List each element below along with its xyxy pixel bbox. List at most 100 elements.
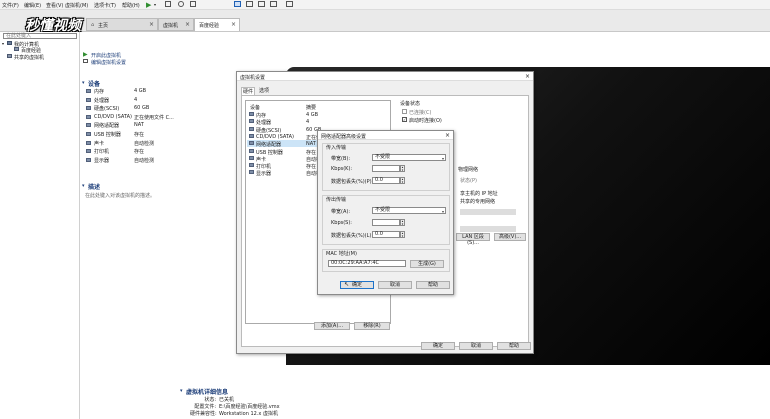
in-kbps-input[interactable] <box>372 165 400 172</box>
device-name[interactable]: 硬盘(SCSI) <box>94 105 119 112</box>
in-bandwidth-select[interactable]: 不受限 ▾ <box>372 154 446 161</box>
connected-label: 已连接(C) <box>409 110 432 116</box>
chevron-down-icon[interactable]: ▾ <box>2 41 4 46</box>
close-icon[interactable]: × <box>525 73 530 80</box>
lan-segment-select[interactable] <box>460 226 516 232</box>
device-icon <box>86 123 91 128</box>
library-vm-item[interactable]: 百度经验 <box>21 47 41 54</box>
outgoing-label: 传出传输 <box>326 197 347 203</box>
remove-button[interactable]: 移除(R) <box>354 322 390 330</box>
unity-icon[interactable] <box>270 1 277 7</box>
close-icon[interactable]: × <box>445 132 450 139</box>
connect-at-power-on-checkbox[interactable]: ✓ <box>402 117 407 122</box>
snapshot-icon[interactable] <box>165 1 171 7</box>
custom-select[interactable] <box>460 209 516 215</box>
device-icon <box>249 126 254 131</box>
help-label: 帮助 <box>508 343 519 349</box>
close-icon[interactable]: × <box>149 21 154 28</box>
description-text[interactable]: 在此处键入对该虚拟机的描述。 <box>85 192 155 199</box>
tab-options[interactable]: 选项 <box>257 87 271 95</box>
device-value: 自动检测 <box>134 157 155 164</box>
nat-label: 享主机的 IP 地址 <box>460 191 498 197</box>
device-name[interactable]: 网络适配器 <box>94 122 119 129</box>
mac-input[interactable]: 00:0C:29:AA:A7:4C <box>328 260 406 267</box>
library-search-input[interactable]: 在此处键入 <box>3 33 77 39</box>
close-icon[interactable]: × <box>185 21 190 28</box>
spinner-icon[interactable]: ▴ ▾ <box>400 177 405 184</box>
add-label: 添加(A)... <box>320 323 344 329</box>
out-bandwidth-select[interactable]: 不受限 ▾ <box>372 207 446 214</box>
thumbnail-icon[interactable] <box>246 1 253 7</box>
play-icon: ▶ <box>83 51 88 58</box>
lan-segment-button[interactable]: LAN 区段(S)... <box>456 233 490 246</box>
settings-device-value: 4 GB <box>306 112 319 118</box>
chevron-down-icon[interactable]: ▾ <box>154 2 156 7</box>
menu-view[interactable]: 查看(V) <box>46 2 63 9</box>
tab-vm[interactable]: 虚拟机 × <box>158 18 194 31</box>
library-view-icon[interactable] <box>234 1 241 7</box>
spinner-icon[interactable]: ▴ ▾ <box>400 165 405 172</box>
device-name[interactable]: 处理器 <box>94 97 109 104</box>
device-icon <box>249 163 254 168</box>
add-button[interactable]: 添加(A)... <box>314 322 350 330</box>
device-icon <box>249 155 254 160</box>
in-loss-input[interactable]: 0.0 <box>372 177 400 184</box>
play-icon[interactable]: ▶ <box>146 1 151 9</box>
out-kbps-input[interactable] <box>372 219 400 226</box>
close-icon[interactable]: × <box>231 21 236 28</box>
tab-baidu[interactable]: 百度经验 × <box>194 18 240 31</box>
device-name[interactable]: CD/DVD (SATA) <box>94 114 132 120</box>
menu-edit[interactable]: 编辑(E) <box>24 2 41 9</box>
device-name[interactable]: 打印机 <box>94 148 109 155</box>
out-loss-input[interactable]: 0.0 <box>372 231 400 238</box>
home-icon: ⌂ <box>91 22 95 28</box>
tab-baidu-label: 百度经验 <box>199 23 220 29</box>
menu-help[interactable]: 帮助(H) <box>122 2 140 9</box>
fullscreen-icon[interactable] <box>258 1 265 7</box>
advanced-button[interactable]: 高级(V)... <box>494 233 526 241</box>
collapse-icon[interactable]: ▾ <box>180 388 183 394</box>
connected-checkbox[interactable] <box>402 109 407 114</box>
tab-hardware[interactable]: 硬件 <box>241 87 255 95</box>
detail-value: E:\百度经验\百度经验.vmx <box>219 404 280 410</box>
tab-options-label: 选项 <box>258 88 269 94</box>
menu-tabs[interactable]: 选项卡(T) <box>94 2 116 9</box>
mac-value: 00:0C:29:AA:A7:4C <box>331 260 379 266</box>
device-icon <box>86 114 91 119</box>
device-name[interactable]: 内存 <box>94 88 104 95</box>
console-view-icon[interactable] <box>286 1 293 7</box>
in-loss-value: 0.0 <box>375 177 383 183</box>
spinner-icon[interactable]: ▴ ▾ <box>400 219 405 226</box>
device-value: 60 GB <box>134 105 150 112</box>
device-name[interactable]: 显示器 <box>94 157 109 164</box>
tab-home[interactable]: ⌂ 主页 × <box>86 18 158 31</box>
library-shared[interactable]: 共享的虚拟机 <box>14 54 44 61</box>
collapse-icon[interactable]: ▾ <box>82 80 85 86</box>
replicate-state-label: 状态(P) <box>460 178 477 184</box>
menu-file[interactable]: 文件(F) <box>2 2 19 9</box>
manage-snapshot-icon[interactable] <box>190 1 196 7</box>
adv-help-button[interactable]: 帮助 <box>416 281 450 289</box>
settings-ok-button[interactable]: 确定 <box>421 342 455 350</box>
generate-button[interactable]: 生成(G) <box>410 260 444 268</box>
device-name[interactable]: USB 控制器 <box>94 131 121 138</box>
detail-value: Workstation 12.x 虚拟机 <box>219 411 278 417</box>
device-value: 4 <box>134 96 138 103</box>
hostonly-label: 共享的专用网络 <box>460 199 496 205</box>
settings-cancel-button[interactable]: 取消 <box>459 342 493 350</box>
out-loss-value: 0.0 <box>375 231 383 237</box>
menu-vm[interactable]: 虚拟机(M) <box>65 2 88 9</box>
adv-cancel-button[interactable]: 取消 <box>378 281 412 289</box>
lan-segment-label: LAN 区段(S)... <box>462 234 484 246</box>
spinner-icon[interactable]: ▴ ▾ <box>400 231 405 238</box>
revert-icon[interactable] <box>178 1 184 7</box>
device-name[interactable]: 声卡 <box>94 140 104 147</box>
in-bandwidth-value: 不受限 <box>375 154 391 160</box>
edit-settings-link[interactable]: 编辑虚拟机设置 <box>91 59 126 66</box>
power-on-link[interactable]: 开启此虚拟机 <box>91 52 121 59</box>
collapse-icon[interactable]: ▾ <box>82 183 85 189</box>
settings-device-value: 4 <box>306 119 310 126</box>
settings-help-button[interactable]: 帮助 <box>497 342 531 350</box>
computer-icon <box>7 41 12 45</box>
device-icon <box>249 170 254 175</box>
